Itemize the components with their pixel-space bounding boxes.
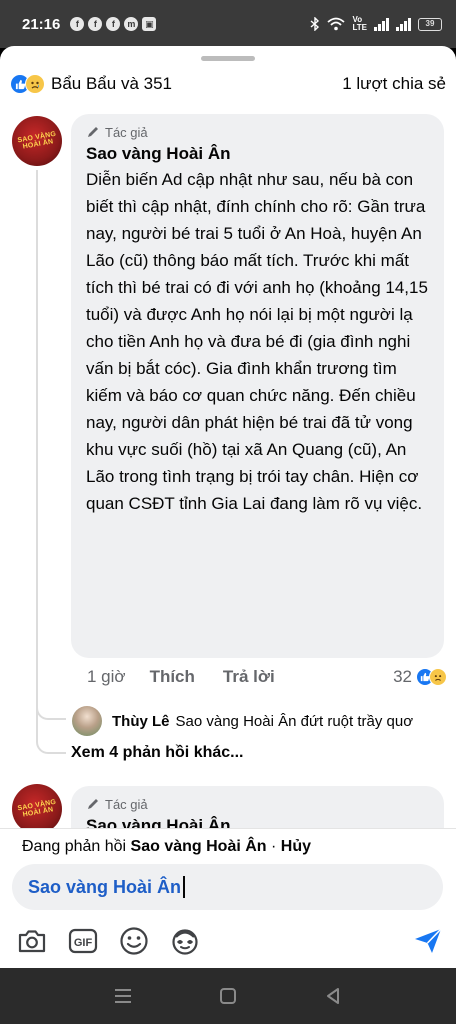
text-caret: [183, 876, 185, 898]
view-more-replies-link[interactable]: Xem 4 phản hồi khác...: [71, 744, 244, 762]
status-bar: 21:16 f f f m ▣ Vo LTE 39: [0, 0, 456, 48]
signal-icon-2: [396, 17, 411, 31]
replying-separator: ·: [266, 838, 281, 855]
sad-reaction-icon: [25, 74, 45, 94]
reply-text: Sao vàng Hoài Ân đứt ruột trầy quơ: [175, 712, 414, 730]
like-button[interactable]: Thích: [150, 667, 195, 687]
app-notification-icon: ▣: [142, 17, 157, 31]
system-nav-bar: [0, 968, 456, 1024]
comment-reaction-count[interactable]: 32: [393, 667, 412, 687]
network-type: Vo LTE: [352, 16, 367, 32]
author-badge-label: Tác giả: [105, 796, 148, 812]
reaction-summary[interactable]: Bẩu Bẩu và 351 1 lượt chia sẻ: [10, 71, 446, 97]
avatar-logo: SAO VÀNG HOÀI ÂN: [17, 799, 58, 820]
comment-bubble[interactable]: Tác giả Sao vàng Hoài Ân Diễn biến Ad cậ…: [71, 114, 444, 658]
reply-preview[interactable]: Thùy Lê Sao vàng Hoài Ân đứt ruột trầy q…: [72, 704, 444, 738]
facebook-notification-icon: f: [88, 17, 103, 31]
signal-icon: [374, 17, 389, 31]
pencil-icon: [88, 799, 98, 809]
comment-author[interactable]: Sao vàng Hoài Ân: [86, 144, 430, 164]
gif-icon[interactable]: GIF: [67, 925, 99, 957]
sheet-drag-handle[interactable]: [201, 56, 255, 61]
send-icon[interactable]: [412, 925, 444, 957]
back-icon[interactable]: [324, 987, 342, 1005]
status-time: 21:16: [22, 15, 61, 33]
reply-composer: Đang phản hồi Sao vàng Hoài Ân · Hủy Sao…: [0, 828, 456, 968]
thread-line: [36, 170, 38, 730]
avatar-logo: SAO VÀNG HOÀI ÂN: [17, 131, 58, 152]
avatar-sticker-icon[interactable]: [169, 925, 201, 957]
home-icon[interactable]: [219, 987, 237, 1005]
network-label-bottom: LTE: [352, 23, 367, 32]
reply-author-avatar[interactable]: [72, 706, 102, 736]
share-count[interactable]: 1 lượt chia sẻ: [342, 74, 446, 94]
wifi-icon: [327, 17, 346, 31]
author-badge: Tác giả: [86, 796, 430, 812]
author-avatar[interactable]: SAO VÀNG HOÀI ÂN: [12, 784, 62, 834]
sad-reaction-icon: [429, 668, 447, 686]
comment-input[interactable]: Sao vàng Hoài Ân: [12, 864, 443, 910]
author-avatar[interactable]: SAO VÀNG HOÀI ÂN: [12, 116, 62, 166]
screen: 21:16 f f f m ▣ Vo LTE 39 Bẩu Bẩu và 351 …: [0, 0, 456, 1024]
emoji-icon[interactable]: [118, 925, 150, 957]
bluetooth-icon: [311, 17, 320, 31]
camera-icon[interactable]: [16, 925, 48, 957]
mention-tag: Sao vàng Hoài Ân: [28, 876, 182, 897]
replying-prefix: Đang phản hồi: [22, 838, 127, 855]
recent-apps-icon[interactable]: [114, 988, 132, 1004]
pencil-icon: [88, 127, 98, 137]
facebook-notification-icon: f: [70, 17, 85, 31]
replying-to-name: Sao vàng Hoài Ân: [130, 838, 267, 855]
thread-connector-more: [36, 728, 66, 754]
svg-text:GIF: GIF: [74, 937, 93, 949]
reaction-names: Bẩu Bẩu và 351: [51, 74, 172, 93]
reply-button[interactable]: Trả lời: [223, 667, 275, 687]
comments-sheet: Bẩu Bẩu và 351 1 lượt chia sẻ SAO VÀNG HO…: [0, 46, 456, 968]
composer-toolbar: GIF: [16, 924, 444, 958]
thread-connector: [36, 686, 66, 720]
cancel-reply-button[interactable]: Hủy: [281, 838, 311, 855]
replying-to-bar: Đang phản hồi Sao vàng Hoài Ân · Hủy: [22, 838, 311, 856]
battery-icon: 39: [418, 17, 442, 31]
facebook-notification-icon: f: [106, 17, 121, 31]
messenger-notification-icon: m: [124, 17, 139, 31]
reply-author[interactable]: Thùy Lê: [112, 713, 170, 730]
comment-time: 1 giờ: [87, 667, 126, 686]
author-badge-label: Tác giả: [105, 124, 148, 140]
comment-actions: 1 giờ Thích Trả lời 32: [87, 666, 447, 688]
status-right: Vo LTE 39: [310, 16, 442, 32]
author-badge: Tác giả: [86, 124, 430, 140]
comment-text: Diễn biến Ad cập nhật như sau, nếu bà co…: [86, 170, 428, 513]
